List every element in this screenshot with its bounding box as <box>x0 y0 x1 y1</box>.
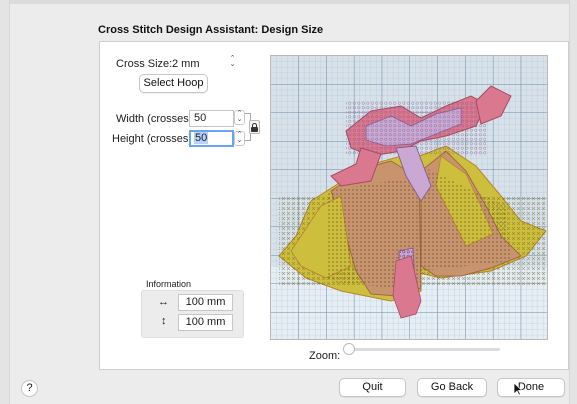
zoom-slider-knob[interactable] <box>343 343 355 355</box>
done-button[interactable]: Done <box>497 378 565 397</box>
popup-chevron-icon[interactable]: ⌃ ⌄ <box>227 55 238 71</box>
vertical-arrow-icon: ↕ <box>161 315 167 327</box>
height-stepper[interactable]: ⌃ ⌄ <box>234 131 245 146</box>
window-top-edge <box>0 0 577 4</box>
lock-icon[interactable] <box>249 120 260 134</box>
go-back-button[interactable]: Go Back <box>417 378 487 397</box>
window-left-edge <box>0 0 10 404</box>
help-button[interactable]: ? <box>21 380 38 397</box>
info-height-field: 100 mm <box>178 314 233 331</box>
information-label: Information <box>146 279 192 289</box>
width-field[interactable]: 50 <box>189 110 234 127</box>
zoom-slider-track[interactable] <box>344 348 500 351</box>
height-value: 50 <box>194 132 209 144</box>
dialog-title: Cross Stitch Design Assistant: Design Si… <box>98 24 324 36</box>
cross-size-popup[interactable]: 2 mm <box>172 58 200 70</box>
height-label: Height (crosses): <box>112 133 196 145</box>
cross-size-label: Cross Size: <box>116 58 173 70</box>
lock-bracket-bottom <box>245 134 251 141</box>
select-hoop-button[interactable]: Select Hoop <box>139 74 208 93</box>
design-preview[interactable] <box>270 55 548 340</box>
width-stepper[interactable]: ⌃ ⌄ <box>234 110 245 125</box>
window-right-edge <box>569 0 577 404</box>
zoom-label: Zoom: <box>309 350 341 362</box>
height-field[interactable]: 50 <box>189 130 234 147</box>
info-width-field: 100 mm <box>178 294 233 311</box>
mouse-pointer-icon <box>513 382 523 396</box>
quit-button[interactable]: Quit <box>339 378 406 397</box>
design-preview-canvas <box>271 56 547 339</box>
width-label: Width (crosses): <box>116 113 196 125</box>
horizontal-arrow-icon: ↔ <box>158 296 169 308</box>
lock-bracket-top <box>245 113 251 120</box>
